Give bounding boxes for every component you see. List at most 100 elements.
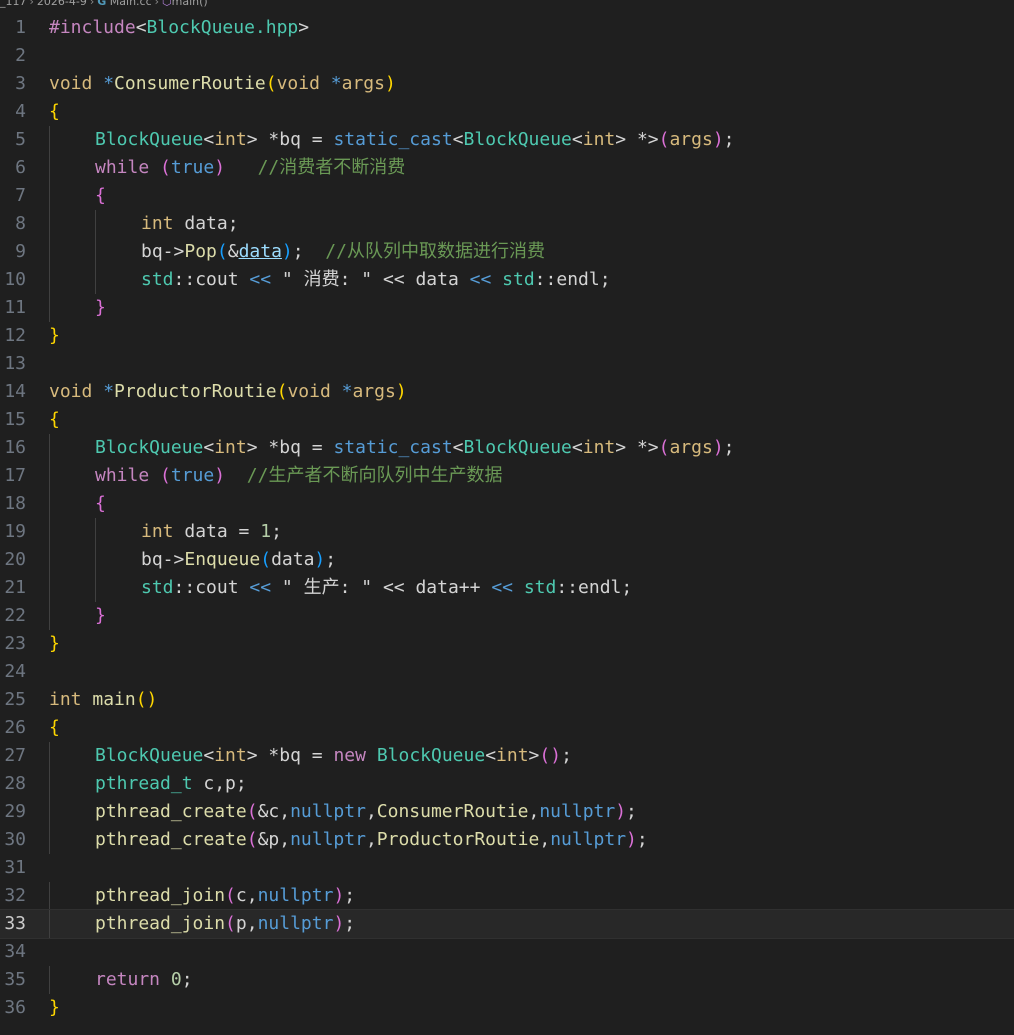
code-token: << bbox=[382, 269, 416, 290]
code-token: () bbox=[135, 689, 158, 710]
code-text: { bbox=[49, 406, 60, 434]
function-cube-icon: ⬡ bbox=[162, 0, 172, 8]
breadcrumb-date-folder[interactable]: 2026-4-9 bbox=[37, 0, 87, 8]
indent-guide bbox=[95, 546, 96, 574]
code-token: void bbox=[49, 73, 104, 94]
code-line[interactable]: 11} bbox=[0, 294, 1014, 322]
code-token: > bbox=[246, 745, 269, 766]
code-token: &c, bbox=[257, 801, 291, 822]
code-line[interactable]: 36} bbox=[0, 994, 1014, 1022]
code-token: < bbox=[571, 437, 583, 458]
code-token: < bbox=[485, 745, 497, 766]
code-token: nullptr bbox=[550, 829, 627, 850]
breadcrumb-symbol[interactable]: main() bbox=[172, 0, 208, 8]
code-line[interactable]: 3 void *ConsumerRoutie(void *args) bbox=[0, 70, 1014, 98]
code-text: } bbox=[95, 294, 106, 322]
code-line[interactable]: 22} bbox=[0, 602, 1014, 630]
code-token: static_cast bbox=[333, 129, 453, 150]
code-line[interactable]: 1 #include<BlockQueue.hpp> bbox=[0, 14, 1014, 42]
line-number: 10 bbox=[4, 269, 26, 290]
code-token: * bbox=[330, 73, 342, 94]
code-token: pthread_join bbox=[95, 885, 226, 906]
code-line[interactable]: 14 void *ProductorRoutie(void *args) bbox=[0, 378, 1014, 406]
code-token: int bbox=[496, 745, 529, 766]
code-line[interactable]: 25 int main() bbox=[0, 686, 1014, 714]
code-line[interactable]: 34 bbox=[0, 938, 1014, 966]
indent-guide bbox=[49, 574, 50, 602]
line-number: 34 bbox=[4, 941, 26, 962]
code-token: args bbox=[669, 437, 713, 458]
code-token: < bbox=[135, 17, 147, 38]
code-line[interactable]: 27 BlockQueue<int> *bq = new BlockQueue<i… bbox=[0, 742, 1014, 770]
code-line[interactable]: 10 std::cout << " 消费: " << data << std::e… bbox=[0, 266, 1014, 294]
code-line[interactable]: 15 { bbox=[0, 406, 1014, 434]
code-token: nullptr bbox=[257, 885, 334, 906]
breadcrumb-folder[interactable]: _117 bbox=[0, 0, 27, 8]
code-line[interactable]: 21 std::cout << " 生产: " << data++ << std:… bbox=[0, 574, 1014, 602]
line-number: 24 bbox=[4, 661, 26, 682]
code-token: *> bbox=[636, 437, 659, 458]
code-line[interactable]: 6 while (true) //消费者不断消费 bbox=[0, 154, 1014, 182]
code-line[interactable]: 12} bbox=[0, 322, 1014, 350]
code-line[interactable]: 7{ bbox=[0, 182, 1014, 210]
code-line[interactable]: 5 BlockQueue<int> *bq = static_cast<Block… bbox=[0, 126, 1014, 154]
code-token: //从队列中取数据进行消费 bbox=[325, 241, 545, 262]
code-line[interactable]: 19 int data = 1; bbox=[0, 518, 1014, 546]
code-line[interactable]: 20 bq->Enqueue(data); bbox=[0, 546, 1014, 574]
code-line[interactable]: 23} bbox=[0, 630, 1014, 658]
code-text: BlockQueue<int> *bq = static_cast<BlockQ… bbox=[95, 126, 735, 154]
code-token: } bbox=[95, 605, 106, 626]
code-line[interactable]: 32 pthread_join(c,nullptr); bbox=[0, 882, 1014, 910]
code-token: < bbox=[571, 129, 583, 150]
line-number: 9 bbox=[15, 241, 26, 262]
code-line[interactable]: 28 pthread_t c,p; bbox=[0, 770, 1014, 798]
code-token: ) bbox=[384, 73, 396, 94]
code-line[interactable]: 29 pthread_create(&c,nullptr,ConsumerRout… bbox=[0, 798, 1014, 826]
line-number: 32 bbox=[4, 885, 26, 906]
code-line[interactable]: 33 pthread_join(p,nullptr); bbox=[0, 909, 1014, 939]
indent-guide bbox=[95, 266, 96, 294]
code-editor[interactable]: 1 #include<BlockQueue.hpp> 2 3 void *Consume… bbox=[0, 14, 1014, 1022]
code-line[interactable]: 13 bbox=[0, 350, 1014, 378]
code-text: { bbox=[49, 714, 60, 742]
code-line[interactable]: 4{ bbox=[0, 98, 1014, 126]
code-line[interactable]: 17 while (true) //生产者不断向队列中生产数据 bbox=[0, 462, 1014, 490]
code-token: ( bbox=[276, 381, 288, 402]
code-line[interactable]: 35 return 0; bbox=[0, 966, 1014, 994]
code-token: BlockQueue bbox=[376, 745, 486, 766]
code-token: ConsumerRoutie bbox=[114, 73, 266, 94]
indent-guide bbox=[95, 238, 96, 266]
line-number: 16 bbox=[4, 437, 26, 458]
code-line[interactable]: 2 bbox=[0, 42, 1014, 70]
code-line[interactable]: 30 pthread_create(&p,nullptr,ProductorRou… bbox=[0, 826, 1014, 854]
indent-guide bbox=[49, 910, 50, 938]
code-token: //消费者不断消费 bbox=[257, 157, 406, 178]
code-token: > bbox=[298, 17, 310, 38]
code-token: args bbox=[341, 73, 385, 94]
line-number: 12 bbox=[4, 325, 26, 346]
code-token: true bbox=[170, 465, 215, 486]
code-token: ; bbox=[723, 129, 735, 150]
line-number: 14 bbox=[4, 381, 26, 402]
line-number: 33 bbox=[4, 913, 26, 934]
indent-guide bbox=[95, 518, 96, 546]
code-line[interactable]: 18 { bbox=[0, 490, 1014, 518]
breadcrumb-file[interactable]: Main.cc bbox=[110, 0, 152, 8]
code-line[interactable]: 24 bbox=[0, 658, 1014, 686]
line-number: 8 bbox=[15, 213, 26, 234]
code-token: bq-> bbox=[141, 549, 185, 570]
code-line[interactable]: 16 BlockQueue<int> *bq = static_cast<Bloc… bbox=[0, 434, 1014, 462]
code-line[interactable]: 8 int data; bbox=[0, 210, 1014, 238]
code-token: 1 bbox=[260, 521, 272, 542]
code-line[interactable]: 31 bbox=[0, 854, 1014, 882]
code-token: ) bbox=[281, 241, 293, 262]
code-token: & bbox=[227, 241, 239, 262]
code-text: { bbox=[95, 490, 106, 518]
code-text: BlockQueue<int> *bq = static_cast<BlockQ… bbox=[95, 434, 735, 462]
code-line[interactable]: 26 { bbox=[0, 714, 1014, 742]
code-line[interactable]: 9 bq->Pop(&data); //从队列中取数据进行消费 bbox=[0, 238, 1014, 266]
code-token: > bbox=[615, 129, 637, 150]
line-number: 13 bbox=[4, 353, 26, 374]
code-token: int bbox=[214, 437, 247, 458]
